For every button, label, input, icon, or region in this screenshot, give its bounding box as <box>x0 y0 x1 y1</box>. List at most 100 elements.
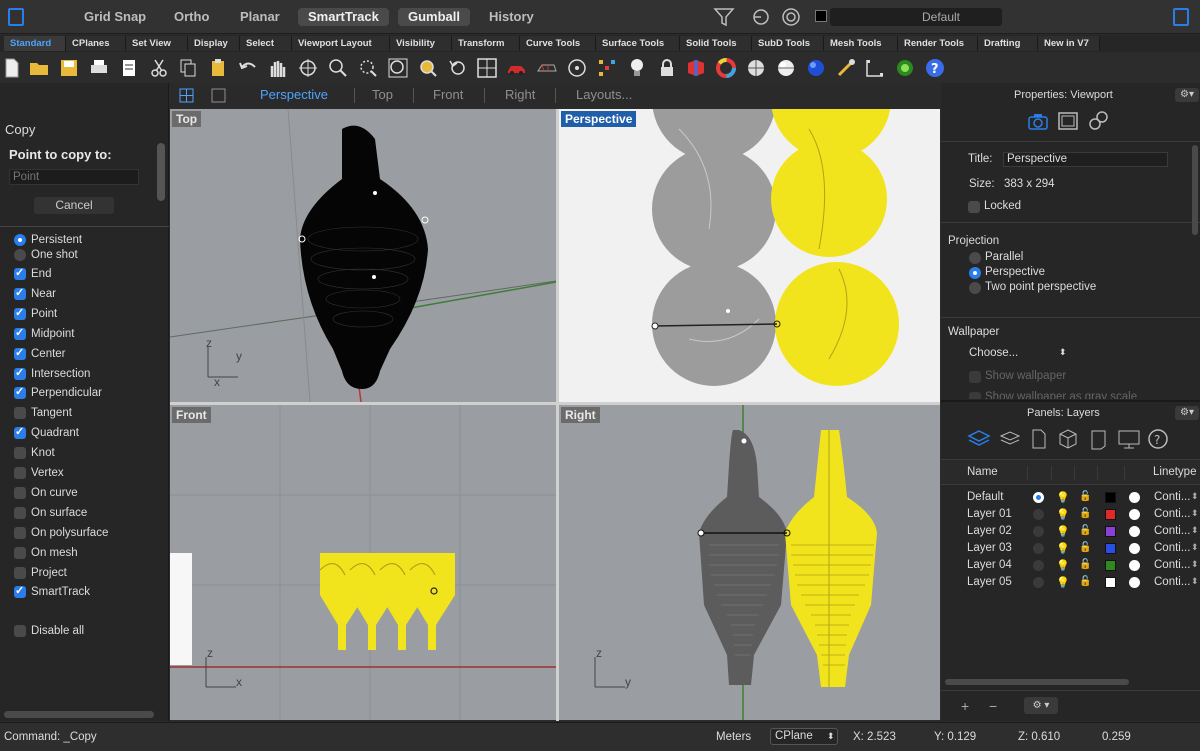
light-bulb-icon[interactable]: 💡 <box>1056 542 1070 555</box>
document-properties-icon[interactable] <box>118 57 140 79</box>
current-layer-indicator[interactable] <box>1033 509 1044 520</box>
cplane-select[interactable]: CPlane ⬍ <box>770 728 838 745</box>
layer-material-icon[interactable] <box>685 57 707 79</box>
layer-row[interactable]: Layer 03 💡 🔓 Conti... ⬍ <box>941 541 1200 558</box>
viewport-title-front[interactable]: Front <box>172 407 211 423</box>
link-icon[interactable] <box>1087 110 1109 132</box>
viewport-splitter-vertical[interactable] <box>556 109 559 721</box>
viewport-title-top[interactable]: Top <box>172 111 202 127</box>
tab-viewport-layout[interactable]: Viewport Layout <box>292 36 390 51</box>
osnap-scrollbar[interactable] <box>4 711 154 718</box>
tab-transform[interactable]: Transform <box>452 36 520 51</box>
filter-icon[interactable] <box>713 7 735 27</box>
unlock-icon[interactable]: 🔓 <box>1079 508 1091 519</box>
grasshopper-icon[interactable] <box>894 57 916 79</box>
layer-name[interactable]: Layer 01 <box>967 508 1012 520</box>
zoom-window-icon[interactable] <box>357 57 379 79</box>
material-sphere-icon[interactable] <box>805 57 827 79</box>
open-folder-icon[interactable] <box>28 57 50 79</box>
material-circle-icon[interactable] <box>1129 509 1140 520</box>
grid-snap-toggle[interactable]: Grid Snap <box>84 8 146 26</box>
disable-all-box[interactable] <box>14 625 26 637</box>
right-panel-toggle-icon[interactable] <box>1173 8 1189 26</box>
command-scrollbar[interactable] <box>157 143 165 201</box>
viewport-top[interactable]: z y x Top <box>170 109 556 402</box>
material-circle-icon[interactable] <box>1129 543 1140 554</box>
shaded-sphere-icon[interactable] <box>745 57 767 79</box>
zoom-extents-icon[interactable] <box>387 57 409 79</box>
layer-row[interactable]: Layer 01 💡 🔓 Conti... ⬍ <box>941 507 1200 524</box>
rotate-view-icon[interactable] <box>297 57 319 79</box>
camera-icon[interactable] <box>1027 111 1049 131</box>
ortho-toggle[interactable]: Ortho <box>174 8 209 26</box>
unlock-icon[interactable]: 🔓 <box>1079 491 1091 502</box>
remove-layer-button[interactable]: − <box>989 698 997 714</box>
pan-hand-icon[interactable] <box>266 57 288 79</box>
viewport-title-field[interactable]: Perspective <box>1003 152 1168 167</box>
current-layer-indicator[interactable] <box>1033 492 1044 503</box>
material-circle-icon[interactable] <box>1129 577 1140 588</box>
blocks-cube-icon[interactable] <box>1057 428 1079 450</box>
tab-drafting[interactable]: Drafting <box>978 36 1038 51</box>
layer-name[interactable]: Layer 03 <box>967 542 1012 554</box>
zoom-selected-icon[interactable] <box>417 57 439 79</box>
current-layer-indicator[interactable] <box>1033 560 1044 571</box>
new-file-icon[interactable] <box>1 57 23 79</box>
paste-icon[interactable] <box>207 57 229 79</box>
viewport-display-icon[interactable] <box>1057 111 1079 131</box>
point-input[interactable] <box>9 169 139 185</box>
wireframe-icon[interactable] <box>536 57 558 79</box>
checkbox-box[interactable] <box>14 385 26 400</box>
tab-surface-tools[interactable]: Surface Tools <box>596 36 680 51</box>
tab-solid-tools[interactable]: Solid Tools <box>680 36 752 51</box>
unlock-icon[interactable]: 🔓 <box>1079 525 1091 536</box>
checkbox-box[interactable] <box>14 566 26 579</box>
checkbox-box[interactable] <box>14 506 26 519</box>
layer-linetype[interactable]: Conti... <box>1154 559 1190 571</box>
add-layer-button[interactable]: + <box>961 698 969 714</box>
layers-scrollbar[interactable] <box>945 679 1129 685</box>
save-icon[interactable] <box>58 57 80 79</box>
radio-button[interactable] <box>14 249 26 261</box>
viewport-title-perspective[interactable]: Perspective <box>561 111 637 127</box>
vp-tab-front[interactable]: Front <box>433 87 463 102</box>
layer-color-swatch[interactable] <box>1105 509 1116 520</box>
show-gray-row[interactable]: Show wallpaper as gray scale <box>969 391 1159 399</box>
col-linetype-header[interactable]: Linetype <box>1153 466 1196 478</box>
rendered-sphere-icon[interactable] <box>775 57 797 79</box>
single-view-layout-icon[interactable] <box>211 88 226 103</box>
unlock-icon[interactable]: 🔓 <box>1079 542 1091 553</box>
material-circle-icon[interactable] <box>1129 526 1140 537</box>
control-points-icon[interactable] <box>596 57 618 79</box>
tab-visibility[interactable]: Visibility <box>390 36 452 51</box>
tab-standard[interactable]: Standard <box>4 36 66 51</box>
layout-page-icon[interactable] <box>1087 428 1109 450</box>
checkbox-box[interactable] <box>14 407 26 420</box>
checkbox-box[interactable] <box>14 326 26 340</box>
vp-tab-layouts[interactable]: Layouts... <box>576 87 632 102</box>
light-bulb-icon[interactable]: 💡 <box>1056 491 1070 504</box>
layers-icon[interactable] <box>967 428 991 450</box>
material-circle-icon[interactable] <box>1129 560 1140 571</box>
layer-linetype[interactable]: Conti... <box>1154 542 1190 554</box>
shaded-car-icon[interactable] <box>506 57 528 79</box>
copy-icon[interactable] <box>177 57 199 79</box>
point-object-icon[interactable] <box>566 57 588 79</box>
checkbox-box[interactable] <box>14 366 26 380</box>
tab-render-tools[interactable]: Render Tools <box>898 36 978 51</box>
layer-linetype[interactable]: Conti... <box>1154 508 1190 520</box>
viewport-splitter-horizontal[interactable] <box>170 402 940 405</box>
tab-curve-tools[interactable]: Curve Tools <box>520 36 596 51</box>
checkbox-box[interactable] <box>14 486 26 499</box>
cancel-button[interactable]: Cancel <box>34 197 114 214</box>
checkbox-box[interactable] <box>14 346 26 360</box>
vp-tab-perspective[interactable]: Perspective <box>260 87 328 102</box>
help-icon[interactable]: ? <box>924 57 946 79</box>
material-circle-icon[interactable] <box>1129 492 1140 503</box>
layers-options-gear-icon[interactable]: ⚙▾ <box>1175 406 1199 420</box>
show-gray-box[interactable] <box>969 392 981 399</box>
tab-display[interactable]: Display <box>188 36 240 51</box>
zoom-icon[interactable] <box>327 57 349 79</box>
layer-color-swatch[interactable] <box>1105 526 1116 537</box>
undo-view-icon[interactable] <box>447 57 469 79</box>
